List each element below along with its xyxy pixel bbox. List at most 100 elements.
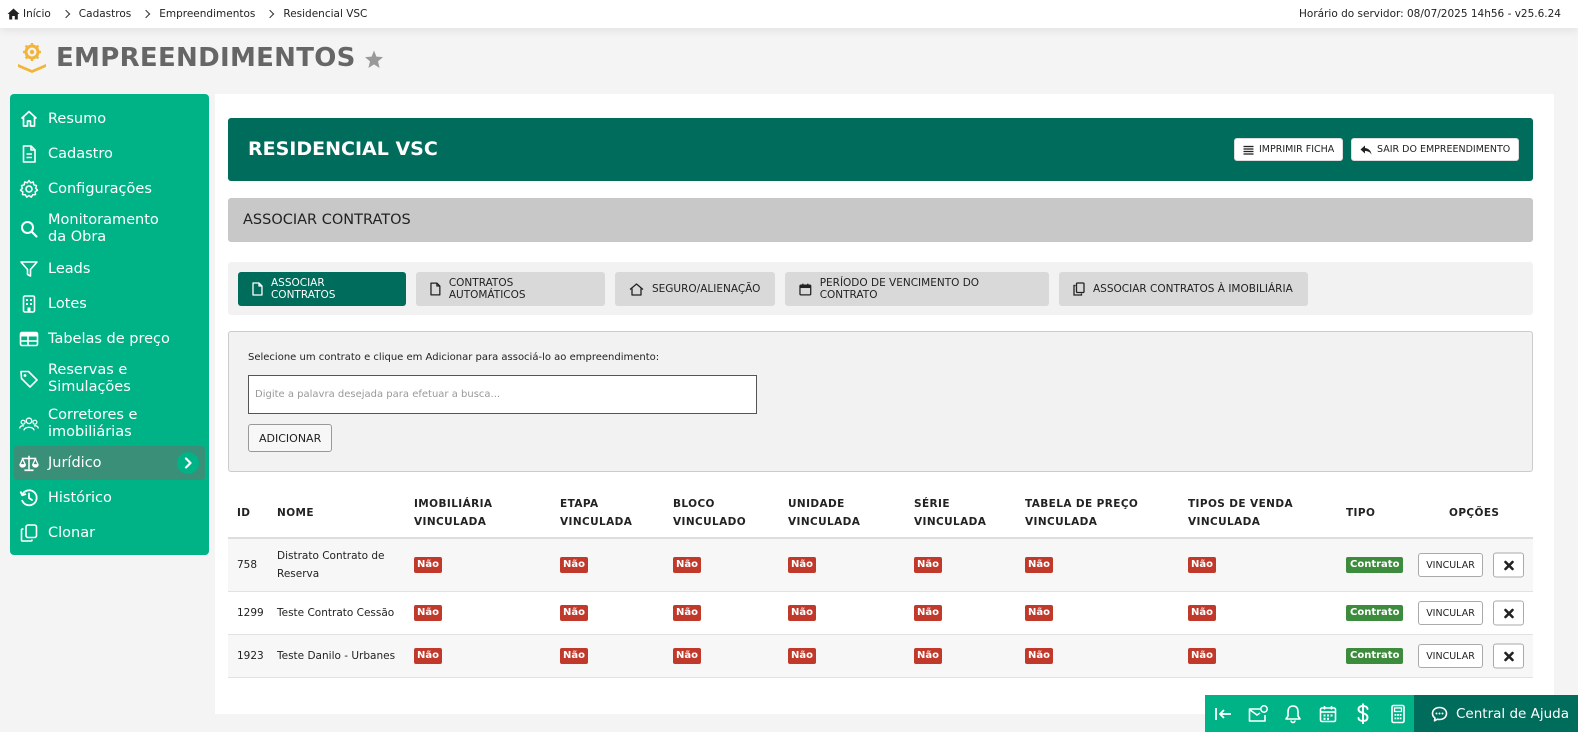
print-sheet-button[interactable]: IMPRIMIR FICHA: [1234, 138, 1344, 161]
remove-button[interactable]: [1493, 600, 1524, 626]
help-center-button[interactable]: Central de Ajuda: [1414, 695, 1578, 732]
sidebar-item-monitoramento[interactable]: Monitoramento da Obra: [10, 206, 209, 251]
tab-seguro-alienacao[interactable]: SEGURO/ALIENAÇÃO: [615, 272, 775, 306]
status-badge: Não: [414, 648, 442, 664]
status-badge: Não: [788, 605, 816, 621]
header-line-1: ETAPA: [560, 498, 599, 510]
label-line-2: da Obra: [48, 228, 107, 245]
status-badge: Não: [788, 557, 816, 573]
building-icon: [19, 294, 39, 314]
gear-icon: [19, 179, 39, 199]
status-badge: Não: [560, 605, 588, 621]
close-icon: [1503, 651, 1514, 661]
col-header-nome: NOME: [277, 507, 314, 519]
vincular-button[interactable]: VINCULAR: [1418, 601, 1483, 625]
sidebar-item-label: Jurídico: [48, 455, 102, 471]
status-badge: Não: [673, 648, 701, 664]
sidebar-item-configuracoes[interactable]: Configurações: [10, 171, 209, 206]
table-row: 1923 Teste Danilo - Urbanes Não Não Não …: [228, 635, 1533, 678]
label-line-2: imobiliárias: [48, 423, 132, 440]
sidebar-item-corretores[interactable]: Corretores e imobiliárias: [10, 401, 209, 446]
tab-periodo-vencimento[interactable]: PERÍODO DE VENCIMENTO DO CONTRATO: [785, 272, 1049, 306]
sidebar-item-clonar[interactable]: Clonar: [10, 515, 209, 550]
nome-line-2: Reserva: [277, 568, 320, 580]
home-icon: [7, 8, 20, 20]
remove-button[interactable]: [1493, 552, 1524, 578]
col-header-etapa: ETAPA VINCULADA: [560, 496, 632, 531]
col-header-tipos-venda: TIPOS DE VENDA VINCULADA: [1188, 496, 1293, 531]
breadcrumb-home[interactable]: Início: [7, 8, 51, 20]
table-row: 1299 Teste Contrato Cessão Não Não Não N…: [228, 592, 1533, 635]
dollar-icon[interactable]: [1345, 695, 1380, 732]
col-header-imobiliaria: IMOBILIÁRIA VINCULADA: [414, 496, 492, 531]
tab-label: PERÍODO DE VENCIMENTO DO CONTRATO: [819, 277, 980, 301]
status-badge: Não: [1188, 605, 1216, 621]
print-sheet-label: IMPRIMIR FICHA: [1259, 144, 1335, 155]
collapse-left-icon[interactable]: [1205, 695, 1240, 732]
server-time-version: Horário do servidor: 08/07/2025 14h56 - …: [1299, 8, 1561, 20]
cell-nome: Teste Contrato Cessão: [277, 607, 395, 619]
contract-search-input[interactable]: [248, 375, 757, 414]
star-icon[interactable]: [364, 50, 384, 69]
cell-id: 758: [237, 559, 258, 571]
header-line-2: VINCULADA: [560, 515, 633, 528]
sidebar-item-lotes[interactable]: Lotes: [10, 286, 209, 321]
exit-empreendimento-button[interactable]: SAIR DO EMPREENDIMENTO: [1351, 138, 1520, 161]
document-icon: [252, 282, 263, 296]
remove-button[interactable]: [1493, 643, 1524, 669]
help-center-label: Central de Ajuda: [1456, 705, 1569, 722]
col-header-serie: SÉRIE VINCULADA: [914, 496, 986, 531]
col-header-opcoes: OPÇÕES: [1449, 507, 1500, 519]
breadcrumb-label-home: Início: [23, 8, 51, 20]
breadcrumb-cadastros[interactable]: Cadastros: [79, 8, 131, 20]
sidebar-item-label: Corretores e imobiliárias: [48, 407, 137, 440]
tab-label: ASSOCIAR CONTRATOS À IMOBILIÁRIA: [1093, 283, 1293, 295]
sidebar: Resumo Cadastro Configurações Monitorame…: [10, 94, 209, 555]
vincular-button[interactable]: VINCULAR: [1418, 553, 1483, 577]
list-icon: [1243, 145, 1254, 155]
sidebar-item-leads[interactable]: Leads: [10, 251, 209, 286]
contracts-table: ID NOME IMOBILIÁRIA VINCULADA ETAPA VINCUL…: [228, 489, 1533, 678]
type-badge: Contrato: [1346, 605, 1404, 621]
users-icon: [19, 414, 39, 434]
sidebar-item-label: Reservas e Simulações: [48, 362, 131, 395]
table-icon: [19, 329, 39, 349]
mail-alert-icon[interactable]: [1240, 695, 1275, 732]
header-line-1: TIPOS DE VENDA: [1188, 498, 1293, 510]
calendar-icon: [799, 283, 812, 296]
sidebar-item-cadastro[interactable]: Cadastro: [10, 136, 209, 171]
calendar-icon[interactable]: [1310, 695, 1345, 732]
nome-line-1: Distrato Contrato de: [277, 550, 385, 562]
sidebar-item-label: Clonar: [48, 524, 96, 541]
tab-associar-contratos[interactable]: ASSOCIAR CONTRATOS: [238, 272, 406, 306]
vincular-button[interactable]: VINCULAR: [1418, 644, 1483, 668]
header-line-2: VINCULADA: [788, 515, 861, 528]
tab-associar-imobiliaria[interactable]: ASSOCIAR CONTRATOS À IMOBILIÁRIA: [1059, 272, 1308, 306]
calculator-icon[interactable]: [1380, 695, 1415, 732]
sidebar-item-historico[interactable]: Histórico: [10, 480, 209, 515]
exit-empreendimento-label: SAIR DO EMPREENDIMENTO: [1377, 144, 1511, 155]
header-line-2: VINCULADO: [673, 515, 747, 528]
sidebar-item-resumo[interactable]: Resumo: [10, 101, 209, 136]
sidebar-item-tabelas-preco[interactable]: Tabelas de preço: [10, 321, 209, 356]
status-badge: Não: [560, 557, 588, 573]
breadcrumb-current: Residencial VSC: [283, 8, 368, 20]
status-badge: Não: [914, 557, 942, 573]
header-line-1: BLOCO: [673, 498, 715, 510]
sidebar-item-juridico[interactable]: Jurídico: [14, 446, 205, 480]
status-badge: Não: [1188, 557, 1216, 573]
add-button[interactable]: ADICIONAR: [248, 424, 333, 452]
bell-icon[interactable]: [1275, 695, 1310, 732]
cell-id: 1923: [237, 650, 264, 662]
contract-search-panel: Selecione um contrato e clique em Adicio…: [228, 331, 1533, 472]
breadcrumb-empreendimentos[interactable]: Empreendimentos: [159, 8, 255, 20]
header-line-2: VINCULADA: [414, 515, 487, 528]
label-line-2: Simulações: [48, 378, 131, 395]
header-line-1: SÉRIE: [914, 498, 950, 510]
breadcrumb: Início Cadastros Empreendimentos Residen…: [0, 8, 367, 20]
header-line-1: UNIDADE: [788, 498, 845, 510]
header-line-2: VINCULADA: [914, 515, 987, 528]
tab-contratos-automaticos[interactable]: CONTRATOS AUTOMÁTICOS: [416, 272, 605, 306]
sidebar-item-reservas[interactable]: Reservas e Simulações: [10, 356, 209, 401]
reply-icon: [1360, 145, 1372, 154]
